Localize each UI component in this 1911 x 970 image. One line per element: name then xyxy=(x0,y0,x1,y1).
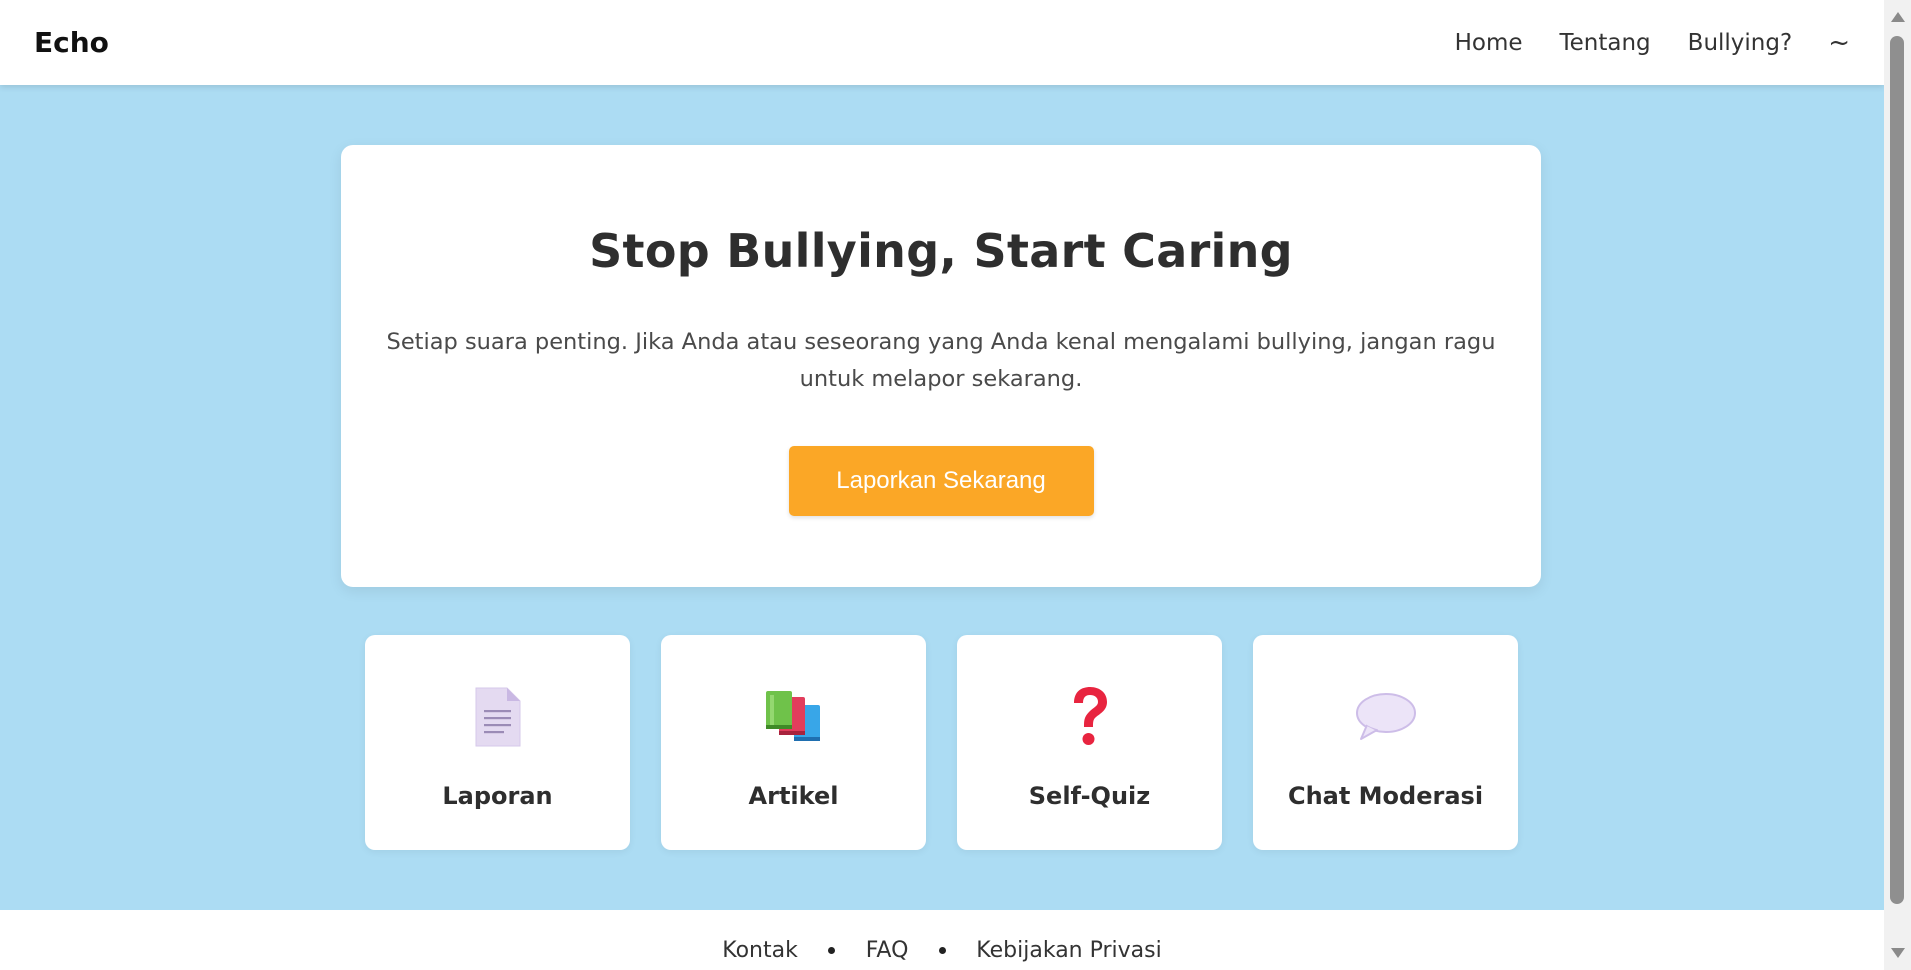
hero-card: Stop Bullying, Start Caring Setiap suara… xyxy=(341,145,1541,587)
feature-card-laporan[interactable]: Laporan xyxy=(365,635,630,850)
brand-logo[interactable]: Echo xyxy=(34,26,109,59)
question-mark-icon xyxy=(957,685,1222,749)
footer-link-faq[interactable]: FAQ xyxy=(866,938,909,963)
feature-card-chat-moderasi[interactable]: Chat Moderasi xyxy=(1253,635,1518,850)
navbar: Echo Home Tentang Bullying? ~ xyxy=(0,0,1884,85)
scroll-down-icon[interactable] xyxy=(1891,948,1905,958)
document-icon xyxy=(365,685,630,749)
footer-link-kebijakan-privasi[interactable]: Kebijakan Privasi xyxy=(976,938,1161,963)
vertical-scrollbar[interactable] xyxy=(1884,0,1911,970)
card-label: Laporan xyxy=(442,782,553,810)
card-label: Chat Moderasi xyxy=(1287,782,1484,810)
feature-cards: Laporan Artikel Self-Quiz Chat Moderasi xyxy=(365,635,1518,850)
books-icon xyxy=(661,685,926,749)
nav-link-bullying[interactable]: Bullying? xyxy=(1688,30,1793,56)
feature-card-self-quiz[interactable]: Self-Quiz xyxy=(957,635,1222,850)
speech-bubble-icon xyxy=(1253,685,1518,749)
nav-link-home[interactable]: Home xyxy=(1455,30,1523,56)
theme-toggle-icon[interactable]: ~ xyxy=(1828,28,1850,58)
page-viewport: Echo Home Tentang Bullying? ~ Stop Bully… xyxy=(0,0,1884,970)
hero-title: Stop Bullying, Start Caring xyxy=(589,224,1293,278)
hero-description: Setiap suara penting. Jika Anda atau ses… xyxy=(386,329,1496,392)
footer-separator xyxy=(828,947,836,955)
report-now-button[interactable]: Laporkan Sekarang xyxy=(788,446,1094,516)
nav-link-tentang[interactable]: Tentang xyxy=(1560,30,1651,56)
footer-link-kontak[interactable]: Kontak xyxy=(722,938,798,963)
footer-separator xyxy=(938,947,946,955)
card-label: Artikel xyxy=(748,782,839,810)
footer: Kontak FAQ Kebijakan Privasi xyxy=(0,910,1884,970)
feature-card-artikel[interactable]: Artikel xyxy=(661,635,926,850)
scroll-up-icon[interactable] xyxy=(1891,12,1905,22)
card-label: Self-Quiz xyxy=(1028,782,1151,810)
nav-links: Home Tentang Bullying? ~ xyxy=(1418,28,1850,58)
scrollbar-thumb[interactable] xyxy=(1890,36,1904,904)
